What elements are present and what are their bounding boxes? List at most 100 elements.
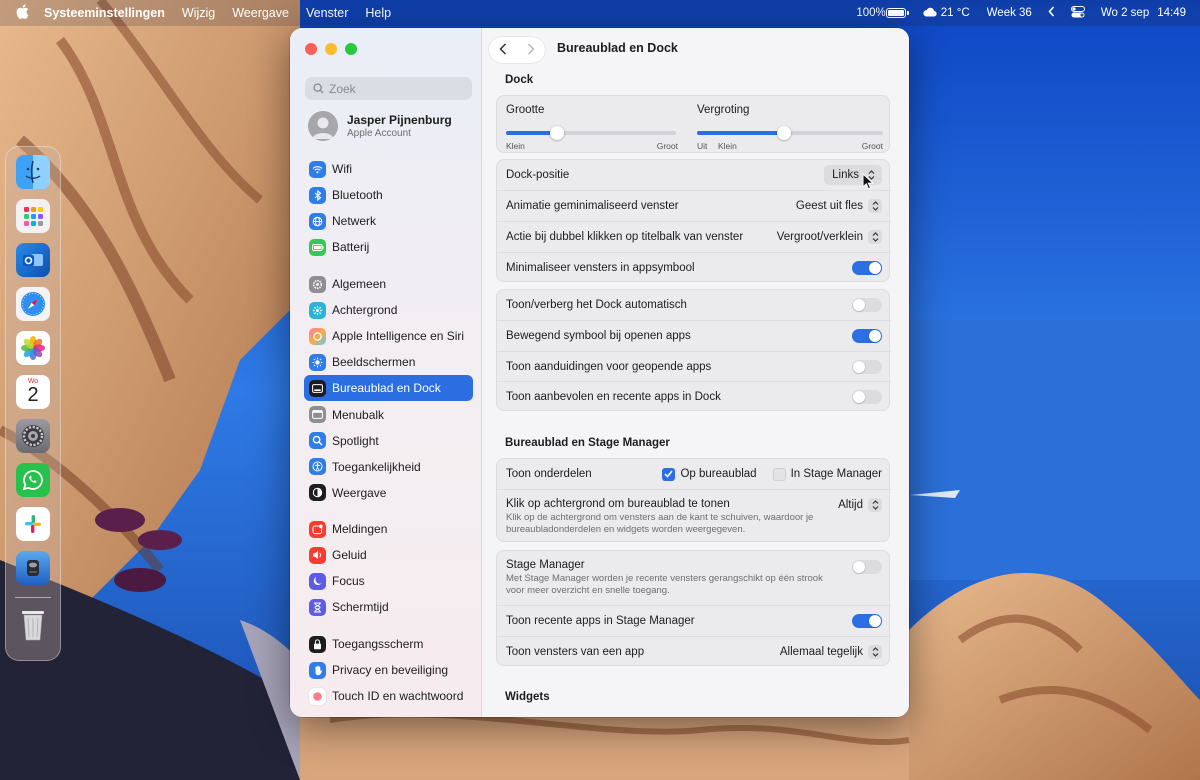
minimize-button[interactable] bbox=[325, 43, 337, 55]
sidebar-item-toegankelijkheid[interactable]: Toegankelijkheid bbox=[304, 454, 473, 480]
autohide-toggle[interactable] bbox=[852, 298, 882, 312]
sidebar-item-beeldschermen[interactable]: Beeldschermen bbox=[304, 349, 473, 375]
dock-launchpad-icon[interactable] bbox=[16, 199, 50, 233]
click-wallpaper-popup[interactable]: Altijd bbox=[838, 498, 882, 512]
search-input[interactable]: Zoek bbox=[305, 77, 472, 100]
autohide-row: Toon/verberg het Dock automatisch bbox=[497, 290, 891, 320]
mouse-pointer-icon bbox=[862, 172, 875, 193]
sidebar-item-bluetooth[interactable]: Bluetooth bbox=[304, 182, 473, 208]
minimize-into-app-toggle[interactable] bbox=[852, 261, 882, 275]
display-brightness-icon bbox=[309, 353, 326, 371]
dock-calendar-icon[interactable]: Wo 2 bbox=[16, 375, 50, 409]
dock-disk-utility-icon[interactable] bbox=[16, 551, 50, 585]
size-label: Grootte bbox=[506, 104, 545, 116]
menu-wijzig[interactable]: Wijzig bbox=[182, 6, 215, 20]
dock-finder-icon[interactable] bbox=[16, 155, 50, 189]
recent-apps-toggle[interactable] bbox=[852, 390, 882, 404]
indicators-row: Toon aanduidingen voor geopende apps bbox=[497, 351, 891, 381]
dock-safari-icon[interactable] bbox=[16, 287, 50, 321]
recent-stage-toggle[interactable] bbox=[852, 614, 882, 628]
windows-from-app-popup[interactable]: Allemaal tegelijk bbox=[780, 645, 882, 659]
weather-icon[interactable] bbox=[923, 7, 937, 20]
back-button[interactable] bbox=[499, 42, 507, 58]
chevron-left-icon[interactable] bbox=[1048, 6, 1055, 20]
updown-chevron-icon bbox=[868, 230, 882, 244]
sidebar-item-netwerk[interactable]: Netwerk bbox=[304, 208, 473, 234]
size-slider-track[interactable] bbox=[506, 131, 676, 135]
sidebar-item-wifi[interactable]: Wifi bbox=[304, 156, 473, 182]
dock-options-card: Dock-positie Links Animatie geminimalise… bbox=[496, 159, 891, 282]
sidebar-item-bureaublad-en-dock[interactable]: Bureaublad en Dock bbox=[304, 375, 473, 402]
week-number[interactable]: Week 36 bbox=[987, 7, 1032, 19]
moon-icon bbox=[309, 572, 326, 590]
sidebar-item-apple-intelligence[interactable]: Apple Intelligence en Siri bbox=[304, 323, 473, 349]
sidebar-item-toegangsscherm[interactable]: Toegangsscherm bbox=[304, 631, 473, 657]
sidebar-item-label: Bluetooth bbox=[332, 188, 383, 203]
dock-trash-icon[interactable] bbox=[16, 608, 50, 642]
stage-manager-card: Stage Manager Met Stage Manager worden j… bbox=[496, 550, 891, 666]
sidebar-item-spotlight[interactable]: Spotlight bbox=[304, 428, 473, 454]
zoom-button[interactable] bbox=[345, 43, 357, 55]
indicators-toggle[interactable] bbox=[852, 359, 882, 374]
settings-window: Zoek Jasper Pijnenburg Apple Account Wif… bbox=[290, 28, 909, 717]
sidebar-item-meldingen[interactable]: Meldingen bbox=[304, 516, 473, 542]
in-stage-checkbox[interactable]: In Stage Manager bbox=[772, 467, 882, 481]
double-click-label: Actie bij dubbel klikken op titelbalk va… bbox=[506, 231, 744, 243]
sidebar-item-menubalk[interactable]: Menubalk bbox=[304, 401, 473, 427]
main-pane: Bureaublad en Dock Dock Grootte Klein Gr… bbox=[483, 28, 909, 717]
menu-app-name[interactable]: Systeeminstellingen bbox=[44, 6, 165, 20]
magnify-min-label: Klein bbox=[718, 141, 737, 151]
recent-apps-label: Toon aanbevolen en recente apps in Dock bbox=[506, 391, 721, 403]
close-button[interactable] bbox=[305, 43, 317, 55]
magnify-off-label: Uit bbox=[697, 141, 708, 151]
clock-date[interactable]: Wo 2 sep bbox=[1101, 7, 1149, 19]
dock-size-card: Grootte Klein Groot Vergroting Uit Klein… bbox=[496, 95, 890, 153]
dock-photos-icon[interactable] bbox=[16, 331, 50, 365]
menubar-icon bbox=[309, 406, 326, 424]
apple-account[interactable]: Jasper Pijnenburg Apple Account bbox=[308, 111, 452, 141]
menubar: Systeeminstellingen Wijzig Weergave Vens… bbox=[0, 0, 1200, 26]
menu-help[interactable]: Help bbox=[365, 6, 391, 20]
sidebar-item-geluid[interactable]: Geluid bbox=[304, 542, 473, 568]
sidebar-item-label: Beeldschermen bbox=[332, 355, 416, 370]
sidebar-item-weergave[interactable]: Weergave bbox=[304, 480, 473, 506]
sidebar-item-touch-id[interactable]: Touch ID en wachtwoord bbox=[304, 683, 473, 709]
sidebar-item-schermtijd[interactable]: Schermtijd bbox=[304, 594, 473, 620]
dock-slack-icon[interactable] bbox=[16, 507, 50, 541]
forward-button[interactable] bbox=[527, 42, 535, 58]
chevron-left-icon bbox=[499, 42, 507, 55]
dock-outlook-icon[interactable] bbox=[16, 243, 50, 277]
battery-icon[interactable] bbox=[885, 8, 909, 18]
magnify-slider-thumb[interactable] bbox=[777, 126, 791, 140]
minimize-animation-popup[interactable]: Geest uit fles bbox=[796, 199, 882, 213]
stage-manager-row: Stage Manager Met Stage Manager worden j… bbox=[497, 551, 891, 605]
size-slider-thumb[interactable] bbox=[550, 126, 564, 140]
stage-manager-toggle[interactable] bbox=[852, 560, 882, 574]
sidebar-item-label: Focus bbox=[332, 574, 365, 589]
indicators-label: Toon aanduidingen voor geopende apps bbox=[506, 360, 712, 373]
dock-whatsapp-icon[interactable] bbox=[16, 463, 50, 497]
clock-time[interactable]: 14:49 bbox=[1157, 7, 1186, 19]
sidebar-item-algemeen[interactable]: Algemeen bbox=[304, 271, 473, 297]
menu-venster[interactable]: Venster bbox=[306, 6, 348, 20]
windows-from-app-value: Allemaal tegelijk bbox=[779, 646, 863, 658]
double-click-popup[interactable]: Vergroot/verklein bbox=[777, 230, 882, 244]
menu-weergave[interactable]: Weergave bbox=[232, 6, 289, 20]
animate-toggle[interactable] bbox=[852, 329, 882, 343]
on-desktop-checkbox[interactable]: Op bureaublad bbox=[662, 467, 757, 481]
sidebar-group-network: Wifi Bluetooth Netwerk Batterij bbox=[304, 156, 473, 260]
minimize-animation-label: Animatie geminimaliseerd venster bbox=[506, 200, 679, 212]
control-center-icon[interactable] bbox=[1070, 5, 1085, 21]
navigation-buttons bbox=[489, 37, 545, 63]
avatar bbox=[308, 111, 338, 141]
weather-temp[interactable]: 21 °C bbox=[941, 7, 970, 19]
sidebar-item-achtergrond[interactable]: Achtergrond bbox=[304, 297, 473, 323]
sidebar-item-label: Algemeen bbox=[332, 277, 387, 292]
dock-system-settings-icon[interactable] bbox=[16, 419, 50, 453]
fingerprint-icon bbox=[309, 687, 326, 705]
sidebar-item-batterij[interactable]: Batterij bbox=[304, 234, 473, 260]
apple-menu-icon[interactable] bbox=[16, 4, 32, 22]
sidebar-item-privacy[interactable]: Privacy en beveiliging bbox=[304, 657, 473, 683]
animate-row: Bewegend symbool bij openen apps bbox=[497, 320, 891, 351]
sidebar-item-focus[interactable]: Focus bbox=[304, 568, 473, 594]
